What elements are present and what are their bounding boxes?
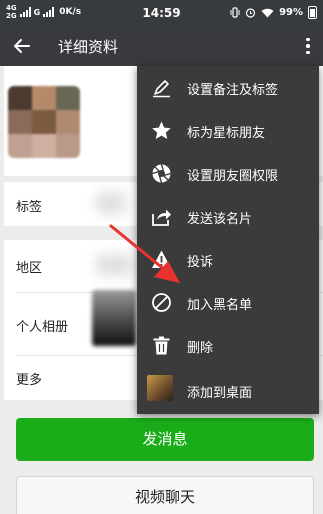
trash-icon bbox=[153, 336, 170, 355]
send-message-button[interactable]: 发消息 bbox=[16, 418, 314, 461]
share-icon bbox=[152, 209, 171, 226]
page-title: 详细资料 bbox=[58, 38, 119, 56]
battery-icon bbox=[308, 6, 317, 19]
menu-item-report[interactable]: 投诉 bbox=[137, 238, 319, 281]
popup-menu: 设置备注及标签 标为星标朋友 设置朋友圈权限 发送该名片 投诉 加入黑名单 删除… bbox=[137, 66, 319, 414]
menu-item-label: 标为星标朋友 bbox=[187, 126, 266, 141]
video-call-button[interactable]: 视频聊天 bbox=[16, 476, 314, 514]
pencil-icon bbox=[153, 80, 170, 98]
menu-item-label: 投诉 bbox=[187, 255, 214, 270]
avatar[interactable] bbox=[8, 86, 80, 158]
menu-item-label: 设置朋友圈权限 bbox=[187, 169, 279, 184]
menu-item-label: 设置备注及标签 bbox=[187, 83, 279, 98]
vibrate-icon bbox=[230, 7, 240, 18]
more-label: 更多 bbox=[16, 373, 43, 388]
wifi-icon bbox=[261, 8, 274, 17]
menu-item-label: 删除 bbox=[187, 341, 214, 356]
alarm-icon bbox=[245, 8, 256, 18]
menu-item-star-friend[interactable]: 标为星标朋友 bbox=[137, 109, 319, 152]
album-thumbnail bbox=[92, 290, 136, 346]
menu-item-delete[interactable]: 删除 bbox=[137, 324, 319, 367]
battery-percent: 99% bbox=[279, 7, 303, 18]
region-value-blurred bbox=[96, 254, 132, 276]
menu-item-send-card[interactable]: 发送该名片 bbox=[137, 195, 319, 238]
status-bar: 4G 2G G 0K/s 14:59 99% bbox=[0, 0, 323, 26]
album-label: 个人相册 bbox=[16, 320, 69, 335]
menu-item-label: 发送该名片 bbox=[187, 212, 253, 227]
status-right: 99% bbox=[230, 6, 317, 19]
star-icon bbox=[152, 121, 171, 139]
more-menu-button[interactable] bbox=[301, 34, 315, 58]
region-label: 地区 bbox=[16, 261, 43, 276]
menu-item-blacklist[interactable]: 加入黑名单 bbox=[137, 281, 319, 324]
menu-item-add-to-desktop[interactable]: 添加到桌面 bbox=[137, 367, 319, 414]
back-arrow-icon bbox=[14, 39, 30, 53]
tag-value-blurred bbox=[96, 192, 126, 214]
block-icon bbox=[152, 293, 171, 312]
title-bar: 详细资料 bbox=[0, 26, 323, 66]
back-button[interactable] bbox=[6, 31, 36, 61]
tag-label: 标签 bbox=[16, 200, 43, 215]
menu-item-label: 添加到桌面 bbox=[187, 386, 253, 401]
warning-icon bbox=[152, 250, 171, 268]
aperture-icon bbox=[152, 164, 171, 183]
thumbnail-icon bbox=[147, 375, 173, 401]
menu-item-moments-permission[interactable]: 设置朋友圈权限 bbox=[137, 152, 319, 195]
menu-item-set-remark[interactable]: 设置备注及标签 bbox=[137, 66, 319, 109]
menu-item-label: 加入黑名单 bbox=[187, 298, 253, 313]
